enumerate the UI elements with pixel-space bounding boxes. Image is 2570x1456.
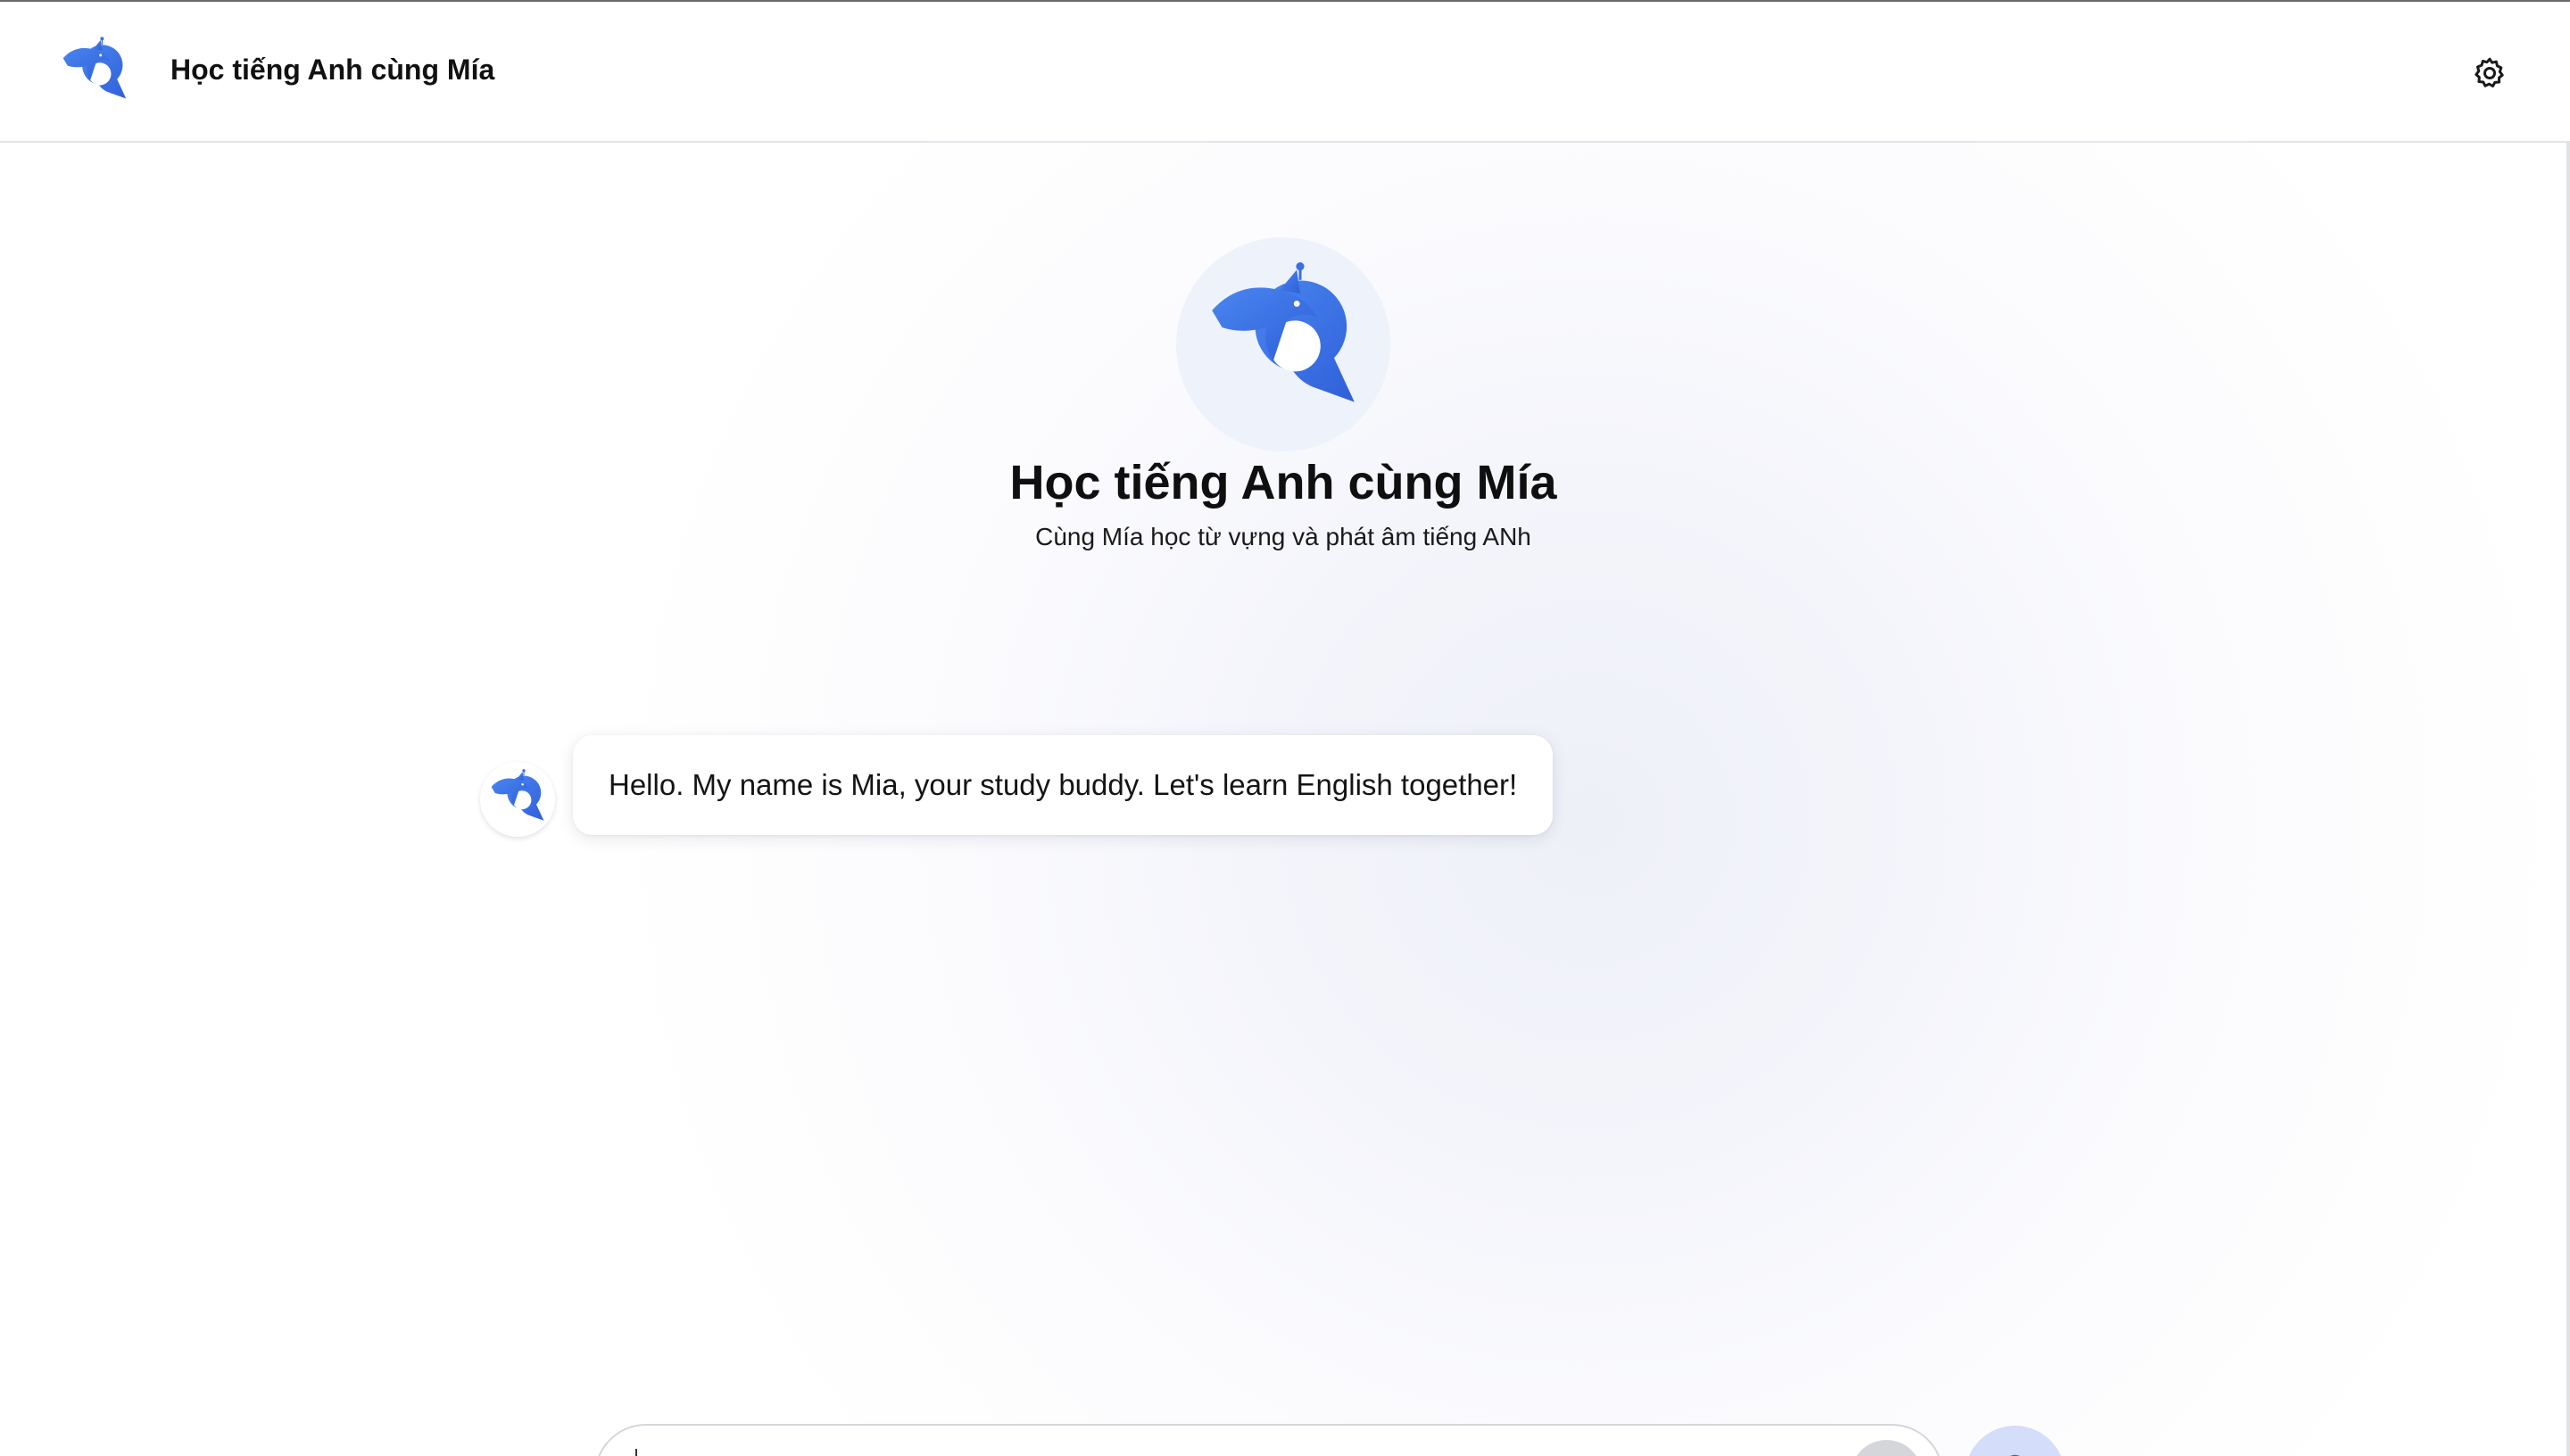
hero-subtitle: Cùng Mía học từ vựng và phát âm tiếng AN… (1035, 523, 1531, 550)
assistant-message: Hello. My name is Mia, your study buddy.… (573, 735, 1554, 835)
attach-image-button[interactable] (1774, 1451, 1824, 1456)
send-button[interactable] (1851, 1440, 1922, 1456)
dolphin-logo-icon (57, 36, 132, 111)
dolphin-logo-icon (486, 768, 549, 831)
clear-chat-button[interactable] (507, 1449, 569, 1456)
question-input[interactable] (635, 1449, 1706, 1456)
hero-title: Học tiếng Anh cùng Mía (1009, 456, 1557, 509)
settings-button[interactable] (2470, 54, 2509, 93)
window-right-border (2566, 143, 2570, 1456)
app-header: Học tiếng Anh cùng Mía (0, 2, 2570, 143)
user-profile-button[interactable] (1965, 1426, 2065, 1456)
assistant-avatar (480, 762, 555, 837)
chat-area: Học tiếng Anh cùng Mía Cùng Mía học từ v… (0, 143, 2566, 1456)
dolphin-logo-icon (1198, 260, 1368, 429)
hero-avatar (1176, 237, 1390, 451)
composer-box (594, 1424, 1944, 1456)
broom-icon (510, 1452, 566, 1456)
gear-icon (2475, 57, 2504, 87)
app-title: Học tiếng Anh cùng Mía (170, 54, 495, 86)
user-icon (2010, 1454, 2020, 1456)
